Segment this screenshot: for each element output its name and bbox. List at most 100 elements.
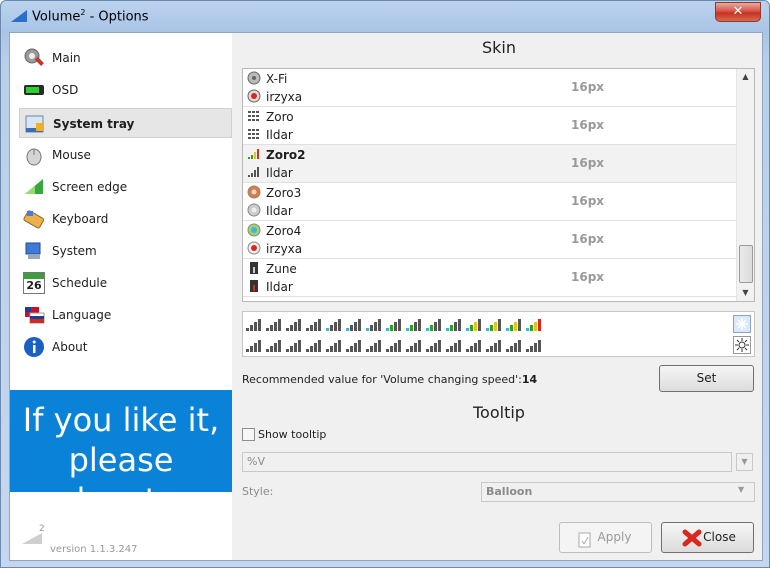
- preview-level-glyph: [486, 319, 501, 331]
- skin-row-zune[interactable]: Zune Ildar 16px: [243, 259, 738, 297]
- volume-logo-sup: 2: [39, 524, 45, 534]
- apply-button[interactable]: Apply: [559, 522, 652, 553]
- preview-level-glyph: [426, 319, 441, 331]
- sidebar-item-label: Mouse: [52, 148, 91, 162]
- donate-line-1: If you like it,: [22, 401, 220, 439]
- scroll-up-button[interactable]: ▲: [737, 69, 754, 85]
- sidebar-item-mouse[interactable]: Mouse: [19, 140, 232, 170]
- info-icon: [24, 337, 44, 357]
- scroll-down-button[interactable]: ▼: [737, 285, 754, 301]
- preview-level-glyph: [346, 319, 361, 331]
- sidebar-item-osd[interactable]: OSD: [19, 75, 232, 105]
- screen-edge-icon: [25, 179, 43, 194]
- sidebar-item-schedule[interactable]: 26 Schedule: [19, 268, 232, 298]
- preview-level-glyph: [246, 340, 261, 352]
- skin-size: 16px: [571, 194, 605, 208]
- preview-level-glyph: [386, 319, 401, 331]
- sidebar-item-label: Main: [52, 51, 81, 65]
- skin-size: 16px: [571, 118, 605, 132]
- close-button[interactable]: Close: [661, 522, 754, 553]
- preview-level-glyph: [466, 319, 481, 331]
- skin-author: Ildar: [266, 204, 293, 218]
- mouse-icon: [26, 148, 42, 166]
- skin-row-zoro2[interactable]: Zoro2 Ildar 16px: [243, 145, 738, 183]
- sidebar-item-screen-edge[interactable]: Screen edge: [19, 172, 232, 202]
- zune-icon: [250, 280, 258, 292]
- close-x-icon: [682, 529, 702, 558]
- tooltip-format-input[interactable]: %V: [242, 452, 732, 472]
- sidebar-item-label: OSD: [52, 83, 79, 97]
- preview-level-glyph: [426, 340, 441, 352]
- preview-level-glyph: [406, 340, 421, 352]
- system-tray-icon: [25, 115, 44, 133]
- tooltip-format-dropdown-button[interactable]: ▼: [736, 453, 753, 471]
- donate-line-2: please donate: [64, 441, 177, 519]
- sun-icon: [735, 338, 749, 352]
- skin-row-zoro4[interactable]: Zoro4 irzyxa 16px: [243, 221, 738, 259]
- skin-list[interactable]: X-Fi irzyxa 16px Zoro Ildar 16px Zoro2 I…: [242, 68, 755, 302]
- preview-level-glyph: [506, 319, 521, 331]
- scroll-thumb[interactable]: [739, 245, 753, 283]
- version-text: version 1.1.3.247: [50, 544, 138, 555]
- sidebar-item-system[interactable]: System: [19, 236, 232, 266]
- skin-name: Zoro3: [266, 186, 302, 200]
- client-area: Main OSD System tray Mouse Screen edge K…: [9, 32, 763, 561]
- sidebar-item-main[interactable]: Main: [19, 43, 232, 73]
- show-tooltip-checkbox[interactable]: [242, 428, 255, 441]
- xfi-icon: [247, 71, 261, 85]
- skin-row-zoro[interactable]: Zoro Ildar 16px: [243, 107, 738, 145]
- skin-size: 16px: [571, 156, 605, 170]
- sidebar-item-system-tray[interactable]: System tray: [19, 108, 232, 138]
- donate-banner[interactable]: If you like it, please donate: [10, 390, 232, 519]
- sidebar: Main OSD System tray Mouse Screen edge K…: [10, 33, 232, 560]
- calendar-icon: 26: [23, 272, 45, 294]
- keyboard-icon: [23, 210, 45, 229]
- skin-name: Zoro2: [266, 148, 306, 162]
- preview-level-glyph: [506, 340, 521, 352]
- preview-level-glyph: [366, 319, 381, 331]
- sidebar-item-label: System: [52, 244, 97, 258]
- preview-level-glyph: [406, 319, 421, 331]
- set-button[interactable]: Set: [659, 365, 754, 392]
- skin-list-scrollbar[interactable]: ▲ ▼: [736, 69, 754, 301]
- preview-level-glyph: [306, 340, 321, 352]
- title-bar[interactable]: Volume2 - Options ✕: [1, 1, 770, 32]
- skin-name: Zoro: [266, 110, 294, 124]
- preview-level-glyph: [326, 319, 341, 331]
- zune-icon: [250, 262, 258, 274]
- window-title: Volume2 - Options: [32, 8, 149, 25]
- zoro-bars-icon: [248, 111, 259, 121]
- preview-level-glyph: [286, 319, 301, 331]
- calendar-day: 26: [26, 279, 42, 292]
- zoro2-bars-icon: [248, 167, 259, 177]
- zoro3-knob-icon: [247, 203, 261, 217]
- preview-background-button[interactable]: [733, 315, 751, 333]
- skin-size: 16px: [571, 232, 605, 246]
- zoro-bars-icon: [248, 129, 259, 139]
- xfi-icon: [247, 89, 261, 103]
- sidebar-item-about[interactable]: About: [19, 332, 232, 362]
- sidebar-item-keyboard[interactable]: Keyboard: [19, 204, 232, 234]
- skin-author: Ildar: [266, 280, 293, 294]
- volume-logo: 2: [22, 524, 45, 547]
- zoro3-knob-icon: [247, 185, 261, 199]
- recommended-value: 14: [521, 373, 538, 386]
- flags-icon: [25, 307, 45, 324]
- skin-size: 16px: [571, 270, 605, 284]
- zoro4-knob-icon: [247, 223, 261, 237]
- style-select[interactable]: Balloon: [481, 482, 755, 502]
- recommended-value-text: Recommended value for 'Volume changing s…: [242, 373, 538, 386]
- tooltip-section-title: Tooltip: [473, 403, 525, 422]
- preview-level-glyph: [246, 319, 261, 331]
- window-close-button[interactable]: ✕: [715, 2, 761, 22]
- skin-name: Zune: [266, 262, 297, 276]
- preview-level-glyph: [346, 340, 361, 352]
- skin-name: Zoro4: [266, 224, 302, 238]
- skin-row-zoro3[interactable]: Zoro3 Ildar 16px: [243, 183, 738, 221]
- preview-level-glyph: [446, 340, 461, 352]
- skin-row-xfi[interactable]: X-Fi irzyxa 16px: [243, 69, 738, 107]
- preview-light-button[interactable]: [733, 336, 751, 354]
- sidebar-item-label: Language: [52, 308, 112, 322]
- preview-level-glyph: [306, 319, 321, 331]
- sidebar-item-language[interactable]: Language: [19, 300, 232, 330]
